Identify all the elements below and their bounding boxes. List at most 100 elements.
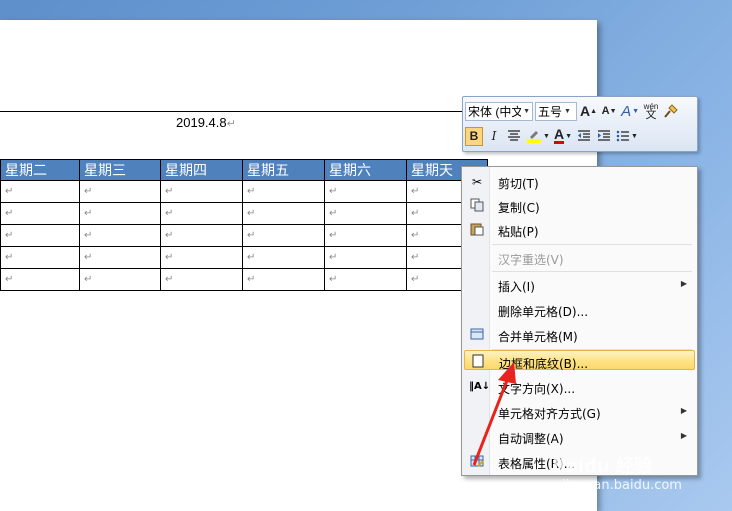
- menu-item-copy[interactable]: 复制(C): [464, 195, 695, 217]
- paste-icon: [469, 222, 485, 238]
- bullet-list-icon: [616, 130, 629, 142]
- table-cell[interactable]: ↵: [0, 268, 80, 291]
- horizontal-rule: [0, 111, 483, 112]
- table-cell[interactable]: ↵: [79, 224, 161, 247]
- menu-item-merge-cells[interactable]: 合并单元格(M): [464, 324, 695, 346]
- submenu-arrow-icon: ▶: [680, 279, 687, 288]
- shrink-font-button[interactable]: A ▼: [600, 102, 618, 121]
- chevron-down-icon: ▼: [523, 107, 530, 115]
- schedule-table[interactable]: 星期二 星期三 星期四 星期五 星期六 星期天 ↵ ↵ ↵ ↵ ↵ ↵ ↵ ↵ …: [0, 159, 488, 291]
- table-cell[interactable]: ↵: [324, 268, 407, 291]
- header-cell[interactable]: 星期四: [160, 159, 243, 181]
- date-value: 2019.4.8: [176, 115, 227, 130]
- submenu-arrow-icon: ▶: [680, 406, 687, 415]
- annotation-arrow-icon: [472, 362, 516, 466]
- table-cell[interactable]: ↵: [79, 268, 161, 291]
- highlight-button[interactable]: ▼: [525, 127, 551, 146]
- menu-item-label: 汉字重选(V): [498, 253, 564, 267]
- table-row: ↵ ↵ ↵ ↵ ↵ ↵: [0, 246, 488, 269]
- bold-button[interactable]: B: [465, 126, 483, 146]
- table-cell[interactable]: ↵: [79, 180, 161, 203]
- header-cell[interactable]: 星期三: [79, 159, 161, 181]
- table-cell[interactable]: ↵: [242, 202, 325, 225]
- format-painter-icon: [664, 104, 678, 118]
- date-text[interactable]: 2019.4.8↵: [176, 115, 236, 130]
- menu-item-cut[interactable]: ✂ 剪切(T): [464, 171, 695, 193]
- table-cell[interactable]: ↵: [0, 180, 80, 203]
- font-name-value: 宋体 (中文: [468, 104, 522, 119]
- table-cell[interactable]: ↵: [160, 268, 243, 291]
- font-name-combo[interactable]: 宋体 (中文 ▼: [465, 101, 533, 121]
- format-painter-button[interactable]: [662, 102, 680, 121]
- phonetic-guide-button[interactable]: wén 文: [642, 102, 660, 121]
- menu-item-reconvert: 汉字重选(V): [464, 247, 695, 269]
- paragraph-mark: ↵: [226, 118, 236, 130]
- menu-item-insert[interactable]: 插入(I) ▶: [464, 274, 695, 296]
- grow-font-icon: A: [580, 103, 591, 119]
- table-cell[interactable]: ↵: [242, 180, 325, 203]
- table-row: ↵ ↵ ↵ ↵ ↵ ↵: [0, 202, 488, 225]
- align-center-icon: [508, 130, 520, 141]
- table-cell[interactable]: ↵: [160, 180, 243, 203]
- table-cell[interactable]: ↵: [324, 180, 407, 203]
- decrease-indent-button[interactable]: [575, 127, 593, 146]
- table-cell[interactable]: ↵: [160, 246, 243, 269]
- font-color-button[interactable]: A ▼: [553, 127, 573, 146]
- table-row: ↵ ↵ ↵ ↵ ↵ ↵: [0, 224, 488, 247]
- chevron-down-icon: ▼: [565, 132, 572, 140]
- table-cell[interactable]: ↵: [79, 202, 161, 225]
- table-cell[interactable]: ↵: [242, 246, 325, 269]
- bullets-button[interactable]: ▼: [615, 127, 639, 146]
- styles-icon: A: [621, 102, 632, 120]
- menu-item-label: 复制(C): [498, 201, 540, 215]
- chevron-down-icon: ▼: [631, 132, 638, 140]
- chevron-down-icon: ▼: [543, 132, 550, 140]
- watermark-url: jingyan.baidu.com: [562, 478, 682, 493]
- menu-item-label: 粘贴(P): [498, 225, 539, 239]
- italic-icon: I: [491, 129, 497, 143]
- scissors-icon: ✂: [471, 175, 483, 189]
- grow-font-button[interactable]: A ▲: [579, 102, 598, 121]
- table-cell[interactable]: ↵: [160, 224, 243, 247]
- italic-button[interactable]: I: [485, 127, 503, 146]
- bold-icon: B: [469, 129, 479, 143]
- table-row: ↵ ↵ ↵ ↵ ↵ ↵: [0, 268, 488, 291]
- menu-item-paste[interactable]: 粘贴(P): [464, 219, 695, 241]
- increase-indent-icon: [598, 130, 610, 141]
- mini-toolbar: 宋体 (中文 ▼ 五号 ▼ A ▲ A ▼ A ▼ wén 文 B I ▼ A ▼ ▼: [462, 96, 698, 152]
- menu-separator: [492, 244, 692, 245]
- table-cell[interactable]: ↵: [0, 246, 80, 269]
- table-cell[interactable]: ↵: [324, 224, 407, 247]
- table-cell[interactable]: ↵: [324, 246, 407, 269]
- styles-button[interactable]: A ▼: [620, 102, 640, 121]
- table-cell[interactable]: ↵: [324, 202, 407, 225]
- highlighter-icon: [527, 131, 541, 143]
- table-cell[interactable]: ↵: [79, 246, 161, 269]
- table-row: ↵ ↵ ↵ ↵ ↵ ↵: [0, 180, 488, 203]
- increase-indent-button[interactable]: [595, 127, 613, 146]
- table-cell[interactable]: ↵: [0, 224, 80, 247]
- font-color-icon: A: [553, 126, 565, 144]
- header-cell[interactable]: 星期六: [324, 159, 407, 181]
- table-cell[interactable]: ↵: [160, 202, 243, 225]
- header-cell[interactable]: 星期五: [242, 159, 325, 181]
- submenu-arrow-icon: ▶: [680, 431, 687, 440]
- chevron-down-icon: ▼: [564, 107, 571, 115]
- header-cell[interactable]: 星期二: [0, 159, 80, 181]
- font-size-combo[interactable]: 五号 ▼: [535, 101, 577, 121]
- chevron-down-icon: ▼: [632, 107, 640, 115]
- menu-item-label: 插入(I): [498, 280, 535, 294]
- shrink-font-icon: A: [601, 105, 610, 117]
- center-align-button[interactable]: [505, 127, 523, 146]
- menu-item-label: 删除单元格(D)...: [498, 305, 589, 319]
- table-cell[interactable]: ↵: [242, 224, 325, 247]
- merge-cells-icon: [469, 327, 485, 343]
- menu-item-label: 合并单元格(M): [498, 330, 578, 344]
- decrease-indent-icon: [578, 130, 590, 141]
- table-cell[interactable]: ↵: [0, 202, 80, 225]
- table-cell[interactable]: ↵: [242, 268, 325, 291]
- baidu-watermark: Baidu 经验: [552, 456, 653, 477]
- font-size-value: 五号: [538, 104, 563, 119]
- menu-item-delete-cells[interactable]: 删除单元格(D)...: [464, 299, 695, 321]
- menu-item-label: 剪切(T): [498, 177, 539, 191]
